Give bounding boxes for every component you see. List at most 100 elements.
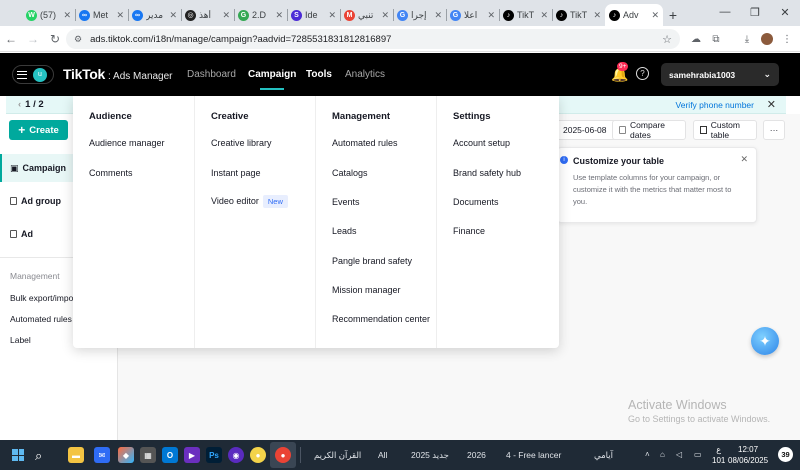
- copilot-icon[interactable]: ◆: [118, 447, 134, 463]
- profile-avatar[interactable]: [757, 29, 777, 49]
- tab-close-icon[interactable]: ✕: [275, 10, 283, 21]
- custom-table-button[interactable]: Custom table: [693, 120, 757, 140]
- sidebar-item-bulk-export[interactable]: Bulk export/impo: [10, 293, 73, 303]
- network-icon[interactable]: ⌂: [660, 450, 665, 459]
- menu-item-pangle-brand-safety[interactable]: Pangle brand safety: [332, 256, 412, 266]
- extensions-icon[interactable]: ⧉: [706, 29, 726, 49]
- browser-tab[interactable]: ♪ TikT ✕: [499, 4, 552, 26]
- browser-tab[interactable]: ♪ Adv ✕: [605, 4, 663, 26]
- nav-analytics[interactable]: Analytics: [345, 69, 385, 80]
- compare-dates-toggle[interactable]: Compare dates: [612, 120, 686, 140]
- tiktok-logo[interactable]: TikTok : Ads Manager: [63, 66, 173, 82]
- reload-icon[interactable]: ↻: [44, 28, 66, 50]
- file-explorer-icon[interactable]: ▬: [68, 447, 84, 463]
- taskbar-item-all[interactable]: All: [378, 450, 387, 460]
- assistant-sparkle-button[interactable]: ✦: [751, 327, 779, 355]
- notification-center-badge[interactable]: 39: [778, 447, 793, 462]
- tab-close-icon[interactable]: ✕: [487, 10, 495, 21]
- outlook-icon[interactable]: O: [162, 447, 178, 463]
- browser-tab[interactable]: W (57) ✕: [22, 4, 75, 26]
- taskbar-item-freelancer[interactable]: 4 - Free lancer: [506, 450, 561, 460]
- browser-tab[interactable]: ◎ أهذ ✕: [181, 4, 234, 26]
- tab-close-icon[interactable]: ✕: [540, 10, 548, 21]
- nav-dashboard[interactable]: Dashboard: [187, 69, 236, 80]
- chrome-icon[interactable]: ●: [275, 447, 291, 463]
- chrome-canary-icon[interactable]: ●: [250, 447, 266, 463]
- site-settings-icon[interactable]: ⚙: [74, 34, 82, 45]
- taskbar-item-2026[interactable]: 2026: [467, 450, 486, 460]
- nav-campaign[interactable]: Campaign: [248, 69, 296, 90]
- nav-tools[interactable]: Tools: [306, 69, 332, 80]
- menu-item-leads[interactable]: Leads: [332, 226, 357, 236]
- tab-close-icon[interactable]: ✕: [651, 10, 659, 21]
- tip-close-icon[interactable]: ✕: [740, 154, 748, 165]
- media-icon[interactable]: ▶: [184, 447, 200, 463]
- tab-close-icon[interactable]: ✕: [63, 10, 71, 21]
- browser-tab[interactable]: ∞ مدير ✕: [128, 4, 181, 26]
- tab-close-icon[interactable]: ✕: [169, 10, 177, 21]
- photoshop-icon[interactable]: Ps: [206, 447, 222, 463]
- menu-item-catalogs[interactable]: Catalogs: [332, 168, 368, 178]
- chevron-up-icon[interactable]: ˄: [645, 450, 650, 459]
- chevron-left-icon[interactable]: ‹: [18, 99, 21, 110]
- restore-icon[interactable]: ❐: [740, 0, 770, 24]
- menu-item-audience-manager[interactable]: Audience manager: [89, 138, 165, 148]
- windows-start-icon[interactable]: [12, 449, 24, 461]
- tab-close-icon[interactable]: ✕: [222, 10, 230, 21]
- taskbar-item-quran[interactable]: القرآن الكريم: [314, 450, 361, 461]
- browser-tab[interactable]: S Ide ✕: [287, 4, 340, 26]
- system-clock[interactable]: 12:07 08/06/2025: [728, 444, 768, 466]
- menu-item-creative-library[interactable]: Creative library: [211, 138, 272, 148]
- close-window-icon[interactable]: ✕: [770, 0, 800, 24]
- download-icon[interactable]: ⤓: [737, 29, 757, 49]
- tab-close-icon[interactable]: ✕: [328, 10, 336, 21]
- menu-item-documents[interactable]: Documents: [453, 197, 499, 207]
- menu-item-recommendation-center[interactable]: Recommendation center: [332, 314, 430, 324]
- new-tab-button[interactable]: +: [663, 4, 683, 26]
- verify-phone-link[interactable]: Verify phone number: [676, 100, 754, 110]
- menu-item-events[interactable]: Events: [332, 197, 360, 207]
- mail-icon[interactable]: ✉: [94, 447, 110, 463]
- browser-tab[interactable]: ∞ Met ✕: [75, 4, 128, 26]
- back-icon[interactable]: ←: [0, 28, 22, 50]
- browser-tab[interactable]: G 2.D ✕: [234, 4, 287, 26]
- tab-close-icon[interactable]: ✕: [434, 10, 442, 21]
- tab-close-icon[interactable]: ✕: [381, 10, 389, 21]
- browser-tab[interactable]: G اعلا ✕: [446, 4, 499, 26]
- volume-icon[interactable]: ◁: [676, 450, 682, 459]
- menu-item-brand-safety-hub[interactable]: Brand safety hub: [453, 168, 521, 178]
- menu-item-finance[interactable]: Finance: [453, 226, 485, 236]
- app-icon[interactable]: ◉: [228, 447, 244, 463]
- battery-icon[interactable]: ▭: [694, 450, 702, 459]
- browser-menu-icon[interactable]: ⋮: [777, 29, 797, 49]
- help-icon[interactable]: ?: [636, 67, 649, 80]
- taskbar-item-ayami[interactable]: آيامي: [594, 450, 613, 461]
- menu-item-mission-manager[interactable]: Mission manager: [332, 285, 401, 295]
- sidebar-item-label-tags[interactable]: Label: [10, 335, 31, 345]
- url-field[interactable]: ⚙ ads.tiktok.com/i18n/manage/campaign?aa…: [66, 29, 680, 49]
- browser-tab[interactable]: ♪ TikT ✕: [552, 4, 605, 26]
- minimize-icon[interactable]: —: [710, 0, 740, 24]
- tab-close-icon[interactable]: ✕: [593, 10, 601, 21]
- account-switcher[interactable]: samehrabia1003 ⌄: [661, 63, 779, 86]
- taskbar-item-new-2025[interactable]: 2025 جديد: [411, 450, 449, 461]
- menu-item-automated-rules[interactable]: Automated rules: [332, 138, 398, 148]
- menu-item-video-editor[interactable]: Video editor New: [211, 195, 288, 208]
- menu-toggle-button[interactable]: u: [12, 65, 54, 84]
- more-options-button[interactable]: ···: [763, 120, 785, 140]
- create-button[interactable]: + Create: [9, 120, 68, 140]
- browser-tab[interactable]: G إجرا ✕: [393, 4, 446, 26]
- menu-item-instant-page[interactable]: Instant page: [211, 168, 261, 178]
- sidebar-item-automated-rules[interactable]: Automated rules: [10, 314, 72, 324]
- tab-close-icon[interactable]: ✕: [116, 10, 124, 21]
- bookmark-star-icon[interactable]: ☆: [662, 33, 672, 46]
- close-icon[interactable]: ✕: [767, 98, 776, 111]
- input-language[interactable]: ع 101: [712, 444, 725, 466]
- cloud-icon[interactable]: ☁: [686, 29, 706, 49]
- calculator-icon[interactable]: ▦: [140, 447, 156, 463]
- forward-icon[interactable]: →: [22, 28, 44, 50]
- search-icon[interactable]: ⌕: [35, 448, 42, 464]
- menu-item-comments[interactable]: Comments: [89, 168, 133, 178]
- browser-tab[interactable]: M تنبي ✕: [340, 4, 393, 26]
- date-range-picker[interactable]: 2025-06-08: [556, 120, 616, 140]
